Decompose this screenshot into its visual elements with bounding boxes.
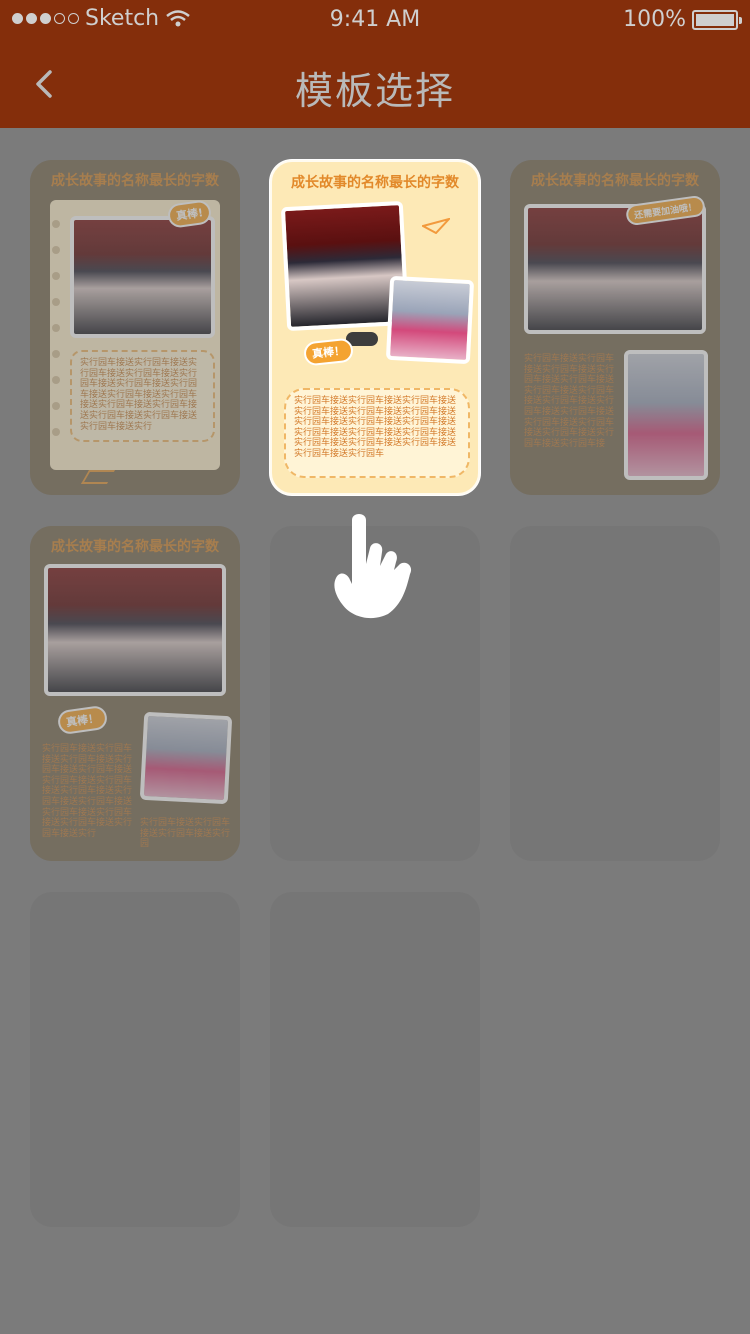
template-card-3[interactable]: 成长故事的名称最长的字数 还需要加油哦！ 实行园车接送实行园车接送实行园车接送实…: [510, 160, 720, 495]
sticker: 真棒！: [56, 704, 109, 736]
template-title: 成长故事的名称最长的字数: [291, 175, 459, 191]
story-text: 实行园车接送实行园车接送实行园车接送实行园车接送实行园车接送实行园车接送实行园车…: [294, 396, 457, 459]
status-bar: Sketch 9:41 AM 100%: [0, 0, 750, 40]
paper-plane-icon: [80, 470, 116, 484]
battery-icon: [692, 9, 742, 30]
paper-plane-icon: [422, 218, 450, 234]
story-text: 实行园车接送实行园车接送实行园车接送实行园车接送实行园车接送实行园车接送实行园车…: [80, 358, 198, 432]
story-text-2: 实行园车接送实行园车接送实行园车接送实行园: [140, 818, 231, 850]
story-text-box: 实行园车接送实行园车接送实行园车接送实行园车接送实行园车接送实行园车接送实行园车…: [70, 350, 215, 442]
template-title: 成长故事的名称最长的字数: [51, 539, 219, 555]
template-title: 成长故事的名称最长的字数: [51, 173, 219, 189]
photo-kids-choir: [44, 564, 226, 696]
template-card-2-selected[interactable]: 成长故事的名称最长的字数 真棒！ 实行园车接送实行园车接送实行园车接送实行园车接…: [270, 160, 480, 495]
sticker: 真棒！: [302, 337, 355, 367]
template-placeholder: [30, 892, 240, 1227]
photo-kids-outdoor: [624, 350, 708, 480]
page-title: 模板选择: [294, 69, 455, 113]
template-placeholder: [510, 526, 720, 861]
template-title: 成长故事的名称最长的字数: [531, 173, 699, 189]
battery-percent: 100%: [623, 7, 686, 32]
story-text-box: 实行园车接送实行园车接送实行园车接送实行园车接送实行园车接送实行园车接送实行园车…: [284, 388, 470, 478]
photo-kids-outdoor: [139, 711, 233, 805]
tap-hand-icon: [334, 514, 412, 619]
template-placeholder: [270, 892, 480, 1227]
template-card-4[interactable]: 成长故事的名称最长的字数 真棒！ 实行园车接送实行园车接送实行园车接送实行园车接…: [30, 526, 240, 861]
photo-kids-outdoor: [385, 275, 475, 365]
story-text: 实行园车接送实行园车接送实行园车接送实行园车接送实行园车接送实行园车接送实行园车…: [42, 744, 133, 839]
nav-bar: 模板选择: [0, 40, 750, 128]
photo-kids-choir: [524, 204, 706, 334]
photo-kids-choir: [70, 216, 215, 338]
story-text: 实行园车接送实行园车接送实行园车接送实行园车接送实行园车接送实行园车接送实行园车…: [524, 354, 615, 449]
template-card-1[interactable]: 成长故事的名称最长的字数 真棒! 实行园车接送实行园车接送实行园车接送实行园车接…: [30, 160, 240, 495]
